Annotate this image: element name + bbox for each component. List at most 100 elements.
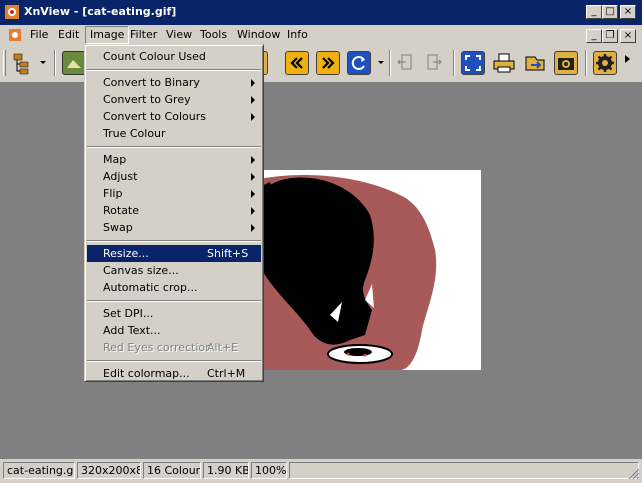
open-image-button[interactable] [62, 51, 86, 75]
page-forward-icon [427, 54, 442, 70]
menu-image[interactable]: Image [85, 26, 130, 44]
gear-icon [596, 54, 614, 72]
menu-item-add-text[interactable]: Add Text... [87, 322, 261, 339]
dropdown-arrow-icon[interactable] [378, 61, 384, 64]
menu-separator [87, 146, 261, 148]
fullscreen-icon [465, 55, 481, 71]
menu-item-shortcut: Shift+S [207, 247, 249, 260]
xnview-app-icon[interactable] [5, 5, 19, 19]
menu-bar: File Edit Image Filter View Tools Window… [0, 25, 642, 45]
window-title: XnView - [cat-eating.gif] [24, 5, 177, 18]
document-icon[interactable] [8, 28, 22, 42]
slideshow-button[interactable] [347, 51, 371, 75]
menu-item-label: True Colour [103, 127, 166, 140]
toolbar-overflow-icon[interactable] [625, 55, 630, 63]
submenu-arrow-icon [251, 207, 255, 215]
menu-item-flip[interactable]: Flip [87, 185, 261, 202]
menu-item-convert-to-colours[interactable]: Convert to Colours [87, 108, 261, 125]
menu-item-red-eyes-correction: Red Eyes correction Alt+E [87, 339, 261, 356]
menu-item-label: Convert to Colours [103, 110, 206, 123]
child-minimize-button[interactable]: _ [586, 29, 602, 43]
status-colours: 16 Colours [143, 462, 201, 479]
menu-view[interactable]: View [162, 27, 196, 43]
double-chevron-left-icon [290, 57, 303, 69]
previous-page-button[interactable] [394, 51, 418, 75]
child-close-button[interactable]: × [620, 29, 636, 43]
fullscreen-button[interactable] [461, 51, 485, 75]
menu-item-label: Add Text... [103, 324, 161, 337]
options-button[interactable] [593, 51, 617, 75]
menu-file[interactable]: File [26, 27, 52, 43]
menu-item-edit-colormap[interactable]: Edit colormap... Ctrl+M [87, 365, 261, 382]
menu-item-swap[interactable]: Swap [87, 219, 261, 236]
menu-item-label: Swap [103, 221, 133, 234]
menu-item-label: Red Eyes correction [103, 341, 213, 354]
toolbar-grip[interactable] [3, 50, 6, 76]
resize-grip-icon[interactable] [628, 468, 640, 480]
browser-tree-button[interactable] [10, 51, 34, 75]
dropdown-arrow-icon[interactable] [40, 61, 46, 64]
menu-edit[interactable]: Edit [54, 27, 83, 43]
menu-item-convert-to-grey[interactable]: Convert to Grey [87, 91, 261, 108]
menu-item-label: Set DPI... [103, 307, 154, 320]
menu-item-label: Rotate [103, 204, 140, 217]
menu-item-shortcut: Ctrl+M [207, 367, 246, 380]
double-chevron-right-icon [322, 57, 335, 69]
refresh-icon [351, 56, 365, 70]
menu-item-convert-to-binary[interactable]: Convert to Binary [87, 74, 261, 91]
status-bar: cat-eating.gif 320x200x8 16 Colours 1.90… [0, 460, 642, 482]
menu-item-canvas-size[interactable]: Canvas size... [87, 262, 261, 279]
maximize-icon: □ [605, 6, 615, 17]
maximize-button[interactable]: □ [602, 5, 618, 19]
menu-info[interactable]: Info [283, 27, 312, 43]
close-icon: × [623, 30, 633, 41]
status-dimensions: 320x200x8 [77, 462, 141, 479]
restore-icon: ❐ [605, 30, 615, 41]
next-page-button[interactable] [423, 51, 447, 75]
menu-item-adjust[interactable]: Adjust [87, 168, 261, 185]
tree-icon [13, 53, 29, 75]
minimize-button[interactable]: _ [586, 5, 602, 19]
minimize-icon: _ [591, 6, 597, 17]
convert-icon [525, 56, 545, 71]
status-zoom: 100% [251, 462, 287, 479]
close-icon: × [623, 6, 633, 17]
menu-item-true-colour[interactable]: True Colour [87, 125, 261, 142]
capture-button[interactable] [554, 51, 578, 75]
status-filename: cat-eating.gif [3, 462, 75, 479]
child-restore-button[interactable]: ❐ [602, 29, 618, 43]
toolbar-separator [54, 50, 56, 76]
convert-button[interactable] [523, 51, 547, 75]
menu-item-label: Automatic crop... [103, 281, 198, 294]
menu-filter[interactable]: Filter [126, 27, 161, 43]
menu-item-label: Convert to Grey [103, 93, 191, 106]
menu-item-set-dpi[interactable]: Set DPI... [87, 305, 261, 322]
menu-item-label: Count Colour Used [103, 50, 206, 63]
menu-separator [87, 240, 261, 242]
previous-image-button[interactable] [285, 51, 309, 75]
menu-item-label: Convert to Binary [103, 76, 200, 89]
menu-item-automatic-crop[interactable]: Automatic crop... [87, 279, 261, 296]
menu-item-label: Resize... [103, 247, 149, 260]
menu-item-label: Edit colormap... [103, 367, 190, 380]
menu-tools[interactable]: Tools [196, 27, 231, 43]
print-button[interactable] [492, 51, 516, 75]
menu-item-map[interactable]: Map [87, 151, 261, 168]
close-button[interactable]: × [620, 5, 636, 19]
submenu-arrow-icon [251, 113, 255, 121]
menu-window[interactable]: Window [233, 27, 284, 43]
status-filesize: 1.90 KB [203, 462, 249, 479]
menu-item-shortcut: Alt+E [207, 341, 239, 354]
next-image-button[interactable] [316, 51, 340, 75]
menu-item-resize[interactable]: Resize... Shift+S [87, 245, 261, 262]
menu-item-rotate[interactable]: Rotate [87, 202, 261, 219]
toolbar-separator [585, 50, 587, 76]
image-open-icon [67, 60, 81, 68]
submenu-arrow-icon [251, 190, 255, 198]
submenu-arrow-icon [251, 79, 255, 87]
menu-item-count-colour-used[interactable]: Count Colour Used [87, 48, 261, 65]
title-bar: XnView - [cat-eating.gif] _ □ × [0, 0, 642, 25]
menu-separator [87, 300, 261, 302]
menu-separator [87, 69, 261, 71]
minimize-icon: _ [591, 30, 597, 41]
